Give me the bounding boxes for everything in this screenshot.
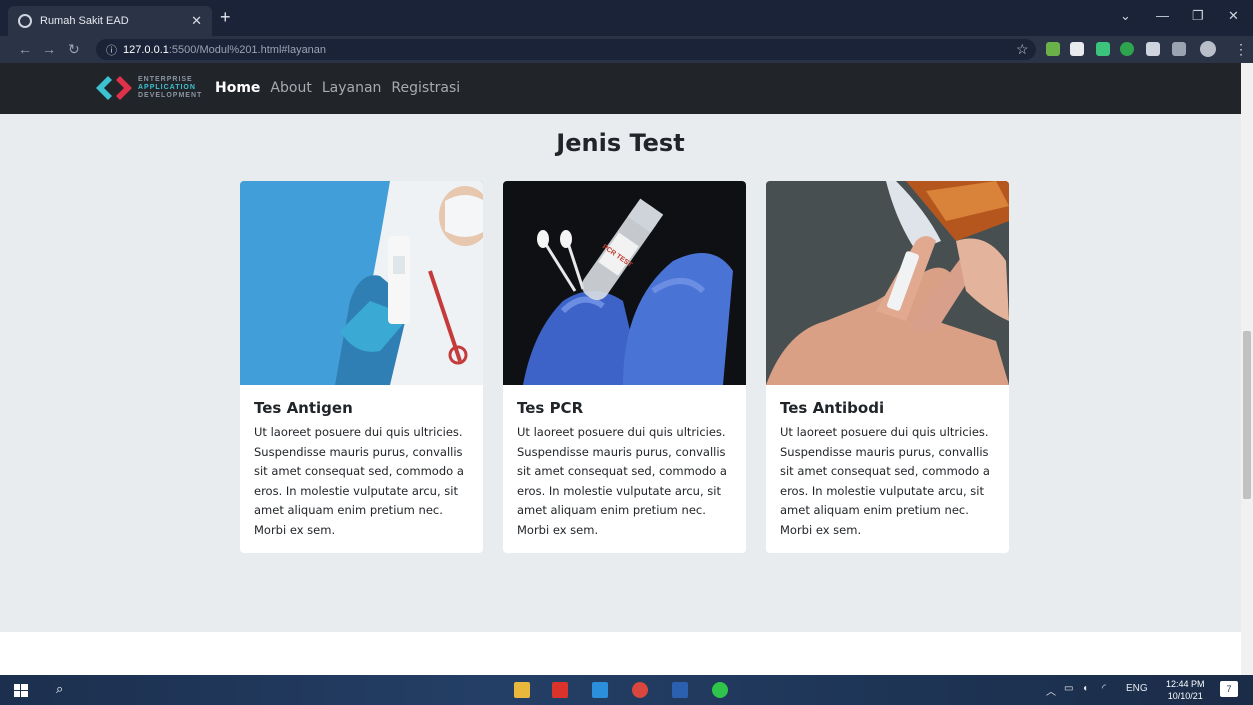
card-antigen: Tes Antigen Ut laoreet posuere dui quis … xyxy=(240,181,483,553)
nav-link-layanan[interactable]: Layanan xyxy=(322,80,382,96)
windows-taskbar: ⌕ ︿ ▭ ◖ ◜ ENG 12:44 PM 10/10/21 7 xyxy=(0,675,1253,705)
brand-line-3: DEVELOPMENT xyxy=(138,92,203,99)
maximize-icon[interactable]: ❐ xyxy=(1192,8,1204,24)
antibodi-image xyxy=(766,181,1009,385)
back-icon[interactable]: ← xyxy=(18,41,32,57)
url-path: :5500/Modul%201.html#layanan xyxy=(168,43,327,56)
browser-toolbar: ← → ↻ ⓘ 127.0.0.1 :5500/Modul%201.html#l… xyxy=(0,36,1253,63)
word-icon[interactable] xyxy=(672,682,688,698)
windows-start-icon[interactable] xyxy=(14,684,28,697)
vscode-icon[interactable] xyxy=(592,682,608,698)
section-title: Jenis Test xyxy=(556,129,685,157)
menu-icon[interactable]: ⋮ xyxy=(1234,41,1248,58)
url-host: 127.0.0.1 xyxy=(123,43,169,56)
tray-chevron-icon[interactable]: ︿ xyxy=(1046,683,1056,698)
close-tab-icon[interactable]: ✕ xyxy=(191,13,202,29)
nav-link-about[interactable]: About xyxy=(270,80,311,96)
card-title: Tes PCR xyxy=(517,399,584,417)
tab-title: Rumah Sakit EAD xyxy=(40,15,129,27)
bookmark-star-icon[interactable]: ☆ xyxy=(1016,41,1029,58)
layanan-section: Jenis Test Tes Antigen Ut laoreet posuer… xyxy=(0,114,1241,632)
pdf-reader-icon[interactable] xyxy=(552,682,568,698)
nav-link-registrasi[interactable]: Registrasi xyxy=(391,80,460,96)
extension-icon[interactable] xyxy=(1070,42,1084,56)
chrome-favicon-icon xyxy=(18,14,32,28)
site-navbar: ENTERPRISE APPLICATION DEVELOPMENT Home … xyxy=(0,63,1241,114)
line-icon[interactable] xyxy=(712,682,728,698)
wifi-icon[interactable]: ◜ xyxy=(1102,683,1106,694)
browser-tab-bar: Rumah Sakit EAD ✕ + ⌄ — ❐ ✕ xyxy=(0,0,1253,36)
grammarly-icon[interactable] xyxy=(1120,42,1134,56)
new-tab-button[interactable]: + xyxy=(220,8,231,26)
file-explorer-icon[interactable] xyxy=(514,682,530,698)
address-bar[interactable]: ⓘ 127.0.0.1 :5500/Modul%201.html#layanan xyxy=(96,39,1036,60)
nav-link-home[interactable]: Home xyxy=(215,80,260,96)
battery-icon[interactable]: ▭ xyxy=(1064,683,1073,694)
brand-chevron-icon xyxy=(96,76,132,100)
browser-tab[interactable]: Rumah Sakit EAD ✕ xyxy=(8,6,212,36)
site-info-icon[interactable]: ⓘ xyxy=(106,42,117,58)
close-window-icon[interactable]: ✕ xyxy=(1228,8,1239,24)
tab-search-icon[interactable]: ⌄ xyxy=(1120,8,1131,24)
profile-avatar[interactable] xyxy=(1200,41,1216,57)
card-text: Ut laoreet posuere dui quis ultricies. S… xyxy=(780,425,990,537)
minimize-icon[interactable]: — xyxy=(1156,8,1169,23)
brand-logo[interactable]: ENTERPRISE APPLICATION DEVELOPMENT xyxy=(94,73,202,103)
reading-list-icon[interactable] xyxy=(1172,42,1186,56)
search-icon[interactable]: ⌕ xyxy=(56,681,63,697)
card-title: Tes Antibodi xyxy=(780,399,885,417)
clock-date: 10/10/21 xyxy=(1167,691,1203,701)
scrollbar-thumb[interactable] xyxy=(1243,331,1251,499)
extension-icon[interactable] xyxy=(1046,42,1060,56)
card-pcr: PCR TEST Tes PCR Ut laoreet posuere dui … xyxy=(503,181,746,553)
volume-icon[interactable]: ◖ xyxy=(1082,683,1088,694)
page-viewport: ENTERPRISE APPLICATION DEVELOPMENT Home … xyxy=(0,63,1241,675)
notification-center-icon[interactable]: 7 xyxy=(1220,681,1238,697)
brand-text: ENTERPRISE APPLICATION DEVELOPMENT xyxy=(138,76,202,100)
nav-links: Home About Layanan Registrasi xyxy=(215,80,460,96)
antigen-image xyxy=(240,181,483,385)
chrome-icon[interactable] xyxy=(632,682,648,698)
extension-icon[interactable] xyxy=(1096,42,1110,56)
card-title: Tes Antigen xyxy=(254,399,353,417)
brand-line-1: ENTERPRISE xyxy=(138,76,193,83)
clock-time: 12:44 PM xyxy=(1166,679,1205,689)
card-text: Ut laoreet posuere dui quis ultricies. S… xyxy=(254,425,464,537)
extensions-puzzle-icon[interactable] xyxy=(1146,42,1160,56)
card-text: Ut laoreet posuere dui quis ultricies. S… xyxy=(517,425,727,537)
pcr-image: PCR TEST xyxy=(503,181,746,385)
language-indicator[interactable]: ENG xyxy=(1126,683,1148,694)
brand-line-2: APPLICATION xyxy=(138,84,196,91)
reload-icon[interactable]: ↻ xyxy=(68,41,80,58)
card-antibodi: Tes Antibodi Ut laoreet posuere dui quis… xyxy=(766,181,1009,553)
page-scrollbar[interactable] xyxy=(1241,63,1253,675)
forward-icon[interactable]: → xyxy=(42,41,56,57)
system-clock[interactable]: 12:44 PM 10/10/21 xyxy=(1166,678,1205,702)
